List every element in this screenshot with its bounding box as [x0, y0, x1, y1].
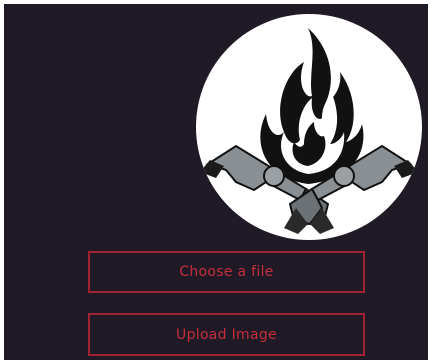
profile-image-preview — [196, 14, 422, 240]
upload-panel: Choose a file Upload Image — [4, 4, 428, 360]
crossed-revolvers-flame-icon — [200, 28, 418, 234]
choose-file-button[interactable]: Choose a file — [88, 251, 365, 293]
upload-image-button[interactable]: Upload Image — [88, 313, 365, 356]
